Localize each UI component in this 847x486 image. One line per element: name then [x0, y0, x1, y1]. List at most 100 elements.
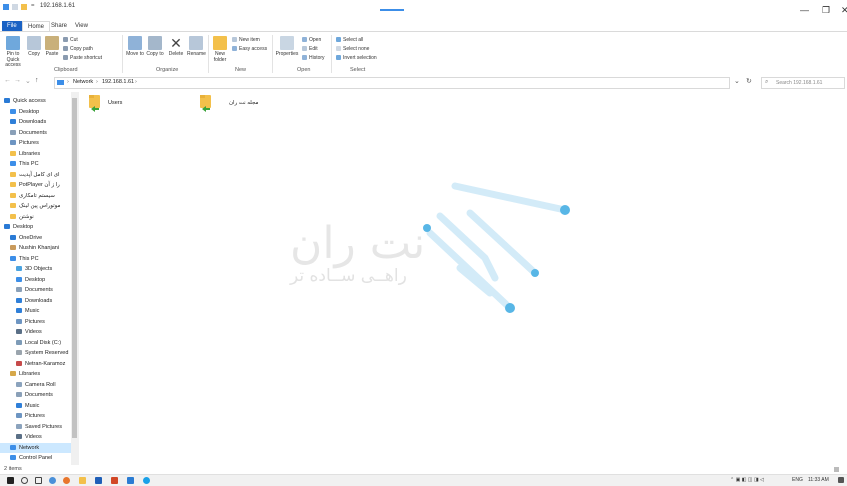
search-icon[interactable] [21, 477, 28, 484]
start-icon[interactable] [7, 477, 14, 484]
tab-file[interactable]: File [2, 21, 22, 31]
notifications-icon[interactable] [838, 477, 844, 483]
edit-button[interactable]: Edit [302, 46, 318, 52]
sidebar-item-label: Videos [25, 434, 42, 440]
paste-button[interactable]: Paste [44, 36, 60, 58]
sidebar-item-[interactable]: ای ای کامل آپدیت [0, 170, 78, 180]
properties-button[interactable]: Properties [275, 36, 299, 58]
sidebar-item-pictures[interactable]: Pictures✱ [0, 138, 78, 148]
new-folder-button[interactable]: New folder [211, 36, 229, 63]
sidebar-item-desktop[interactable]: Desktop [0, 275, 78, 285]
recent-locations-button[interactable]: ⌄ [25, 77, 31, 85]
sidebar-item-3d-objects[interactable]: 3D Objects [0, 264, 78, 274]
word-icon[interactable] [95, 477, 102, 484]
sidebar-item-music[interactable]: Music [0, 306, 78, 316]
sidebar-item-downloads[interactable]: Downloads [0, 296, 78, 306]
sidebar-item-desktop[interactable]: Desktop✱ [0, 107, 78, 117]
sidebar-item-videos[interactable]: Videos [0, 432, 78, 442]
sidebar-item-[interactable]: نوشتن [0, 212, 78, 222]
move-to-button[interactable]: Move to [126, 36, 144, 58]
address-dropdown-button[interactable]: ⌄ [734, 77, 740, 85]
address-bar[interactable]: › Network › 192.168.1.61 › [54, 77, 730, 89]
sidebar-item-onedrive[interactable]: OneDrive [0, 233, 78, 243]
select-none-button[interactable]: Select none [336, 46, 369, 52]
rename-button[interactable]: Rename [187, 36, 206, 58]
tab-view[interactable]: View [70, 21, 93, 31]
new-item-button[interactable]: New item [232, 37, 260, 43]
sidebar-item-pictures[interactable]: Pictures [0, 411, 78, 421]
breadcrumb-network[interactable]: Network [73, 79, 93, 85]
breadcrumb-host[interactable]: 192.168.1.61 [102, 79, 134, 85]
search-box[interactable]: ⌕ Search 192.168.1.61 [761, 77, 845, 89]
new-folder-quick-icon[interactable] [21, 4, 27, 10]
sidebar-item-documents[interactable]: Documents✱ [0, 128, 78, 138]
select-all-button[interactable]: Select all [336, 37, 363, 43]
easy-access-button[interactable]: Easy access [232, 46, 267, 52]
up-button[interactable]: ↑ [35, 77, 39, 84]
copy-icon [27, 36, 41, 50]
sidebar-item-documents[interactable]: Documents [0, 285, 78, 295]
chrome-icon[interactable] [49, 477, 56, 484]
pin-quick-access-button[interactable]: Pin to Quick access [2, 36, 24, 69]
file-explorer-taskbar-icon[interactable] [79, 477, 86, 484]
sidebar-item-nushin-khanjani[interactable]: Nushin Khanjani [0, 243, 78, 253]
sidebar-item-netran-karamoz[interactable]: Netran-Karamoz [0, 359, 78, 369]
invert-selection-icon [336, 55, 341, 61]
ribbon: Pin to Quick access Copy Paste Cut Copy … [0, 31, 847, 77]
window-title: 192.168.1.61 [40, 3, 76, 9]
refresh-button[interactable]: ↻ [746, 77, 752, 85]
maximize-button[interactable]: ❐ [822, 5, 830, 16]
clock[interactable]: 11:33 AM [808, 476, 829, 485]
sidebar-item-label: Downloads [19, 119, 47, 125]
watermark-slogan: راهــی ســاده تر [290, 266, 407, 286]
sidebar-scrollbar-thumb[interactable] [72, 98, 77, 438]
minimize-button[interactable]: — [800, 5, 809, 15]
sidebar-item-potplayer[interactable]: PotPlayer را ز آن [0, 180, 78, 190]
disk-icon [16, 350, 22, 356]
sidebar-item-saved-pictures[interactable]: Saved Pictures [0, 422, 78, 432]
sidebar-item-local-disk-c[interactable]: Local Disk (C:) [0, 338, 78, 348]
sidebar-item-quick-access[interactable]: Quick access [0, 96, 74, 106]
sidebar-item-pictures[interactable]: Pictures [0, 317, 78, 327]
task-view-icon[interactable] [35, 477, 42, 484]
invert-selection-button[interactable]: Invert selection [336, 55, 377, 61]
language-indicator[interactable]: ENG [792, 476, 803, 485]
powerpoint-icon[interactable] [111, 477, 118, 484]
sidebar-item-libraries[interactable]: Libraries [0, 369, 78, 379]
forward-button[interactable]: → [14, 77, 21, 84]
list-item-users[interactable]: Users [88, 94, 148, 122]
sidebar-item-[interactable]: موتوراس پین لینک [0, 201, 78, 211]
history-button[interactable]: History [302, 55, 325, 61]
sidebar-item-control-panel[interactable]: Control Panel [0, 453, 78, 463]
sidebar-item-network[interactable]: Network [0, 442, 78, 453]
sidebar-item-this-pc[interactable]: This PC✱ [0, 159, 78, 169]
sidebar-item-downloads[interactable]: Downloads✱ [0, 117, 78, 127]
back-button[interactable]: ← [4, 77, 11, 84]
details-view-icon[interactable] [834, 467, 839, 472]
sidebar-item-documents[interactable]: Documents [0, 390, 78, 400]
sidebar-item-music[interactable]: Music [0, 401, 78, 411]
skype-icon[interactable] [143, 477, 150, 484]
properties-quick-icon[interactable] [12, 4, 18, 10]
outlook-icon[interactable] [127, 477, 134, 484]
sidebar-item-[interactable]: سیستم تامکاری [0, 191, 78, 201]
sidebar-item-label: ای ای کامل آپدیت [19, 171, 60, 178]
tab-share[interactable]: Share [46, 21, 72, 31]
copy-to-button[interactable]: Copy to [146, 36, 164, 58]
delete-button[interactable]: ✕ Delete [167, 36, 185, 58]
paste-shortcut-button[interactable]: Paste shortcut [63, 55, 102, 61]
system-tray-icons[interactable]: ⌃ ▣ ◧ ◫ ◨ ◁ [730, 476, 764, 485]
firefox-icon[interactable] [63, 477, 70, 484]
sidebar-item-libraries[interactable]: Libraries✱ [0, 149, 78, 159]
close-button[interactable]: ✕ [841, 5, 847, 16]
sidebar-item-this-pc[interactable]: This PC [0, 254, 78, 264]
sidebar-item-videos[interactable]: Videos [0, 327, 78, 337]
sidebar-item-desktop[interactable]: Desktop [0, 222, 74, 232]
cut-button[interactable]: Cut [63, 37, 78, 43]
open-button[interactable]: Open [302, 37, 321, 43]
sidebar-item-system-reserved[interactable]: System Reserved [0, 348, 78, 358]
list-item-netran-magazine[interactable]: مجله نت ران [199, 94, 259, 122]
copy-path-button[interactable]: Copy path [63, 46, 93, 52]
copy-button[interactable]: Copy [26, 36, 42, 58]
sidebar-item-camera-roll[interactable]: Camera Roll [0, 380, 78, 390]
